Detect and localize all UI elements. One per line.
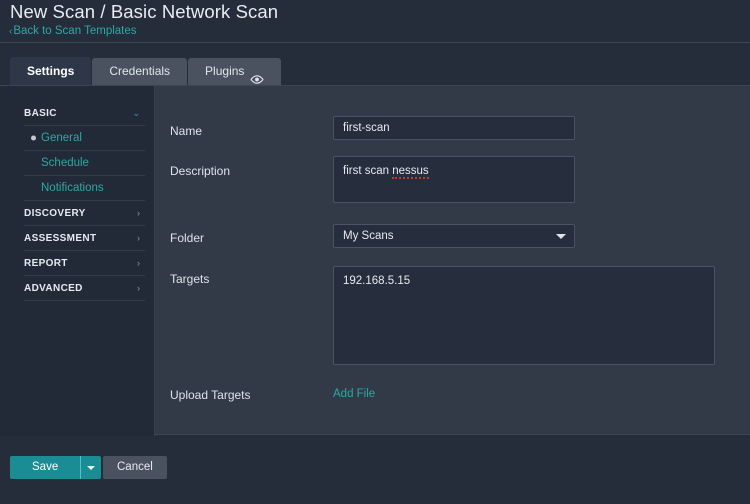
- description-input[interactable]: first scan nessus: [333, 156, 575, 203]
- sidebar-group-assessment-label: ASSESSMENT: [24, 232, 97, 244]
- targets-text: 192.168.5.15: [343, 275, 411, 287]
- chevron-right-icon: ›: [137, 283, 140, 293]
- add-file-link[interactable]: Add File: [333, 388, 375, 400]
- tab-bar: Settings Credentials Plugins: [0, 44, 750, 85]
- description-misspelled-word: nessus: [392, 165, 429, 179]
- chevron-left-icon: ‹: [9, 25, 13, 37]
- sidebar-item-general[interactable]: General: [24, 126, 145, 151]
- sidebar-item-schedule[interactable]: Schedule: [24, 151, 145, 176]
- back-link-label: Back to Scan Templates: [13, 25, 137, 37]
- tab-settings[interactable]: Settings: [10, 57, 92, 85]
- eye-icon: [250, 67, 265, 84]
- sidebar-group-discovery[interactable]: DISCOVERY ›: [24, 201, 145, 226]
- sidebar-group-basic[interactable]: BASIC ⌄: [24, 101, 145, 126]
- targets-label: Targets: [170, 272, 210, 286]
- back-to-scan-templates-link[interactable]: ‹Back to Scan Templates: [9, 25, 137, 37]
- sidebar-group-report[interactable]: REPORT ›: [24, 251, 145, 276]
- settings-sidebar: BASIC ⌄ General Schedule Notifications D…: [0, 86, 155, 436]
- save-button[interactable]: Save: [10, 456, 81, 479]
- save-dropdown-button[interactable]: [80, 456, 102, 479]
- sidebar-group-advanced-label: ADVANCED: [24, 282, 83, 294]
- folder-select[interactable]: My Scans: [333, 224, 575, 248]
- sidebar-item-notifications[interactable]: Notifications: [24, 176, 145, 201]
- sidebar-item-schedule-label: Schedule: [41, 157, 89, 169]
- tab-plugins[interactable]: Plugins: [188, 58, 282, 85]
- sidebar-item-notifications-label: Notifications: [41, 182, 104, 194]
- chevron-down-icon: [87, 465, 96, 470]
- sidebar-group-assessment[interactable]: ASSESSMENT ›: [24, 226, 145, 251]
- chevron-right-icon: ›: [137, 258, 140, 268]
- targets-input[interactable]: 192.168.5.15: [333, 266, 715, 365]
- chevron-right-icon: ›: [137, 208, 140, 218]
- chevron-down-icon: [556, 233, 566, 239]
- folder-select-value: My Scans: [343, 230, 394, 242]
- settings-panel: BASIC ⌄ General Schedule Notifications D…: [0, 85, 750, 436]
- page-title: New Scan / Basic Network Scan: [10, 1, 279, 22]
- tab-settings-label: Settings: [27, 64, 75, 78]
- sidebar-group-advanced[interactable]: ADVANCED ›: [24, 276, 145, 301]
- upload-targets-label: Upload Targets: [170, 388, 251, 402]
- name-label: Name: [170, 124, 203, 138]
- cancel-button[interactable]: Cancel: [103, 456, 167, 479]
- scan-settings-form: Name Description first scan nessus Folde…: [155, 86, 750, 436]
- description-text: first scan: [343, 165, 393, 177]
- tab-credentials-label: Credentials: [109, 64, 171, 78]
- description-label: Description: [170, 164, 231, 178]
- selected-bullet-icon: [31, 135, 36, 141]
- folder-label: Folder: [170, 231, 205, 245]
- name-input[interactable]: [333, 116, 575, 140]
- scan-config-page: New Scan / Basic Network Scan ‹Back to S…: [0, 0, 750, 504]
- chevron-right-icon: ›: [137, 233, 140, 243]
- tab-plugins-label: Plugins: [205, 64, 245, 78]
- sidebar-group-report-label: REPORT: [24, 257, 68, 269]
- sidebar-group-basic-label: BASIC: [24, 107, 57, 119]
- tab-credentials[interactable]: Credentials: [92, 58, 188, 85]
- form-footer: Save Cancel: [0, 436, 750, 504]
- save-button-group: Save: [10, 456, 102, 479]
- sidebar-group-discovery-label: DISCOVERY: [24, 207, 86, 219]
- page-header: New Scan / Basic Network Scan ‹Back to S…: [0, 0, 750, 43]
- chevron-down-icon: ⌄: [132, 107, 140, 118]
